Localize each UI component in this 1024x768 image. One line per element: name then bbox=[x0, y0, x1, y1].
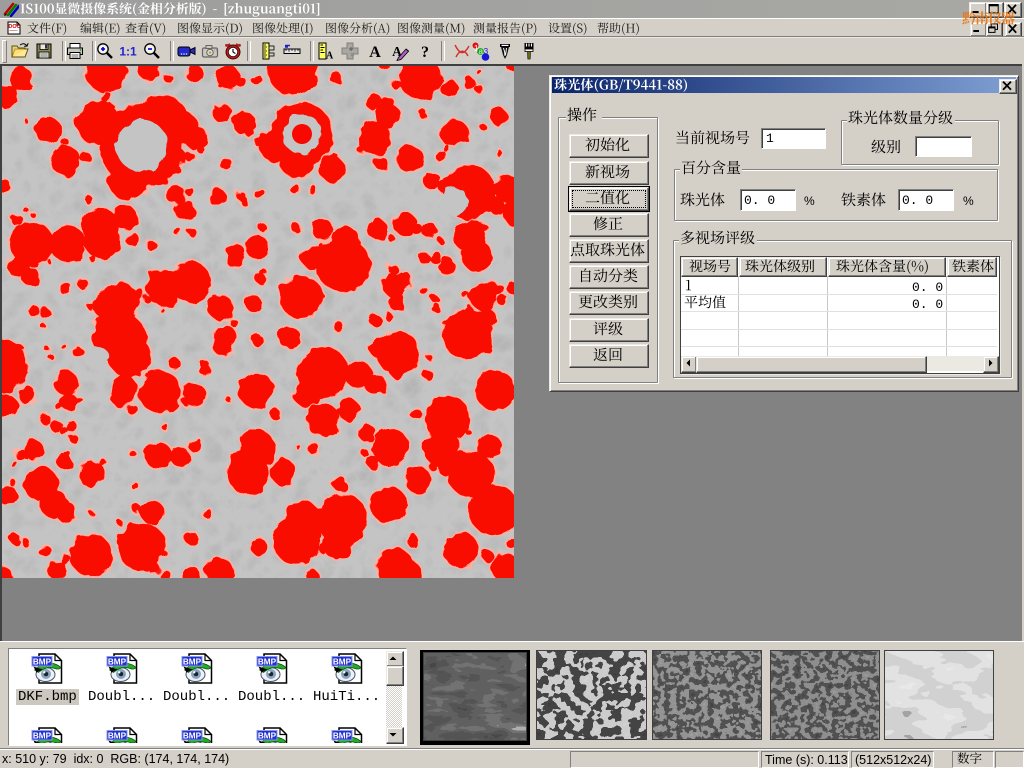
svg-text:BMP: BMP bbox=[33, 731, 52, 740]
svg-text:DOC: DOC bbox=[8, 24, 20, 30]
svg-text:A: A bbox=[369, 44, 381, 61]
svg-text:BMP: BMP bbox=[108, 731, 127, 740]
svg-text:BMP: BMP bbox=[33, 657, 52, 666]
svg-text:?: ? bbox=[421, 44, 429, 61]
svg-text:A: A bbox=[326, 51, 334, 62]
svg-text:BMP: BMP bbox=[333, 731, 352, 740]
svg-text:BMP: BMP bbox=[183, 657, 202, 666]
svg-text:BMP: BMP bbox=[258, 731, 277, 740]
svg-text:BMP: BMP bbox=[108, 657, 127, 666]
svg-text:BMP: BMP bbox=[183, 731, 202, 740]
svg-text:BMP: BMP bbox=[258, 657, 277, 666]
svg-text:1:1: 1:1 bbox=[119, 45, 137, 59]
svg-text:3: 3 bbox=[484, 46, 489, 56]
svg-text:BMP: BMP bbox=[333, 657, 352, 666]
